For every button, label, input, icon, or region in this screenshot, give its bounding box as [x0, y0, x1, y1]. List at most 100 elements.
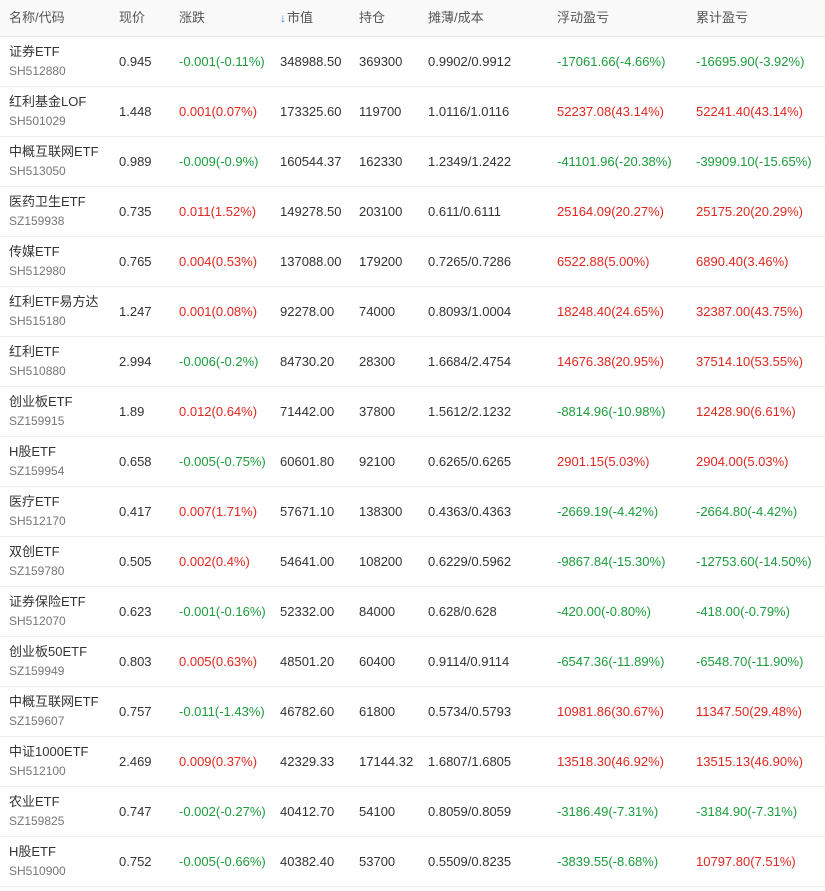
- fund-code: SZ159915: [9, 414, 65, 428]
- header-holdings[interactable]: 持仓: [350, 0, 419, 26]
- cell-change: 0.001(0.07%): [179, 104, 258, 119]
- cell-floating-pnl: 25164.09(20.27%): [557, 204, 664, 219]
- sort-desc-icon: ↓: [280, 11, 286, 25]
- table-row[interactable]: 创业板50ETF SZ159949 0.803 0.005(0.63%) 485…: [0, 637, 825, 687]
- table-row[interactable]: 证券保险ETF SH512070 0.623 -0.001(-0.16%) 52…: [0, 587, 825, 637]
- cell-name-code: 中证1000ETF SH512100: [0, 737, 110, 786]
- cell-floating-pnl: -2669.19(-4.42%): [557, 504, 659, 519]
- cell-market-value: 48501.20: [280, 654, 335, 669]
- cell-price: 0.623: [119, 604, 152, 619]
- table-row[interactable]: 中概互联网ETF SZ159607 0.757 -0.011(-1.43%) 4…: [0, 687, 825, 737]
- cell-change: -0.001(-0.11%): [179, 54, 265, 69]
- table-row[interactable]: 医疗ETF SH512170 0.417 0.007(1.71%) 57671.…: [0, 487, 825, 537]
- fund-code: SH515180: [9, 314, 66, 328]
- cell-price: 0.765: [119, 254, 152, 269]
- table-row[interactable]: 传媒ETF SH512980 0.765 0.004(0.53%) 137088…: [0, 237, 825, 287]
- cell-price: 0.417: [119, 504, 152, 519]
- cell-holdings: 162330: [359, 154, 403, 169]
- cell-market-value: 46782.60: [280, 704, 335, 719]
- cell-cost: 0.6229/0.5962: [428, 554, 512, 569]
- cell-change: 0.001(0.08%): [179, 304, 258, 319]
- table-row[interactable]: 创业板ETF SZ159915 1.89 0.012(0.64%) 71442.…: [0, 387, 825, 437]
- cell-price: 0.658: [119, 454, 152, 469]
- cell-floating-pnl: -9867.84(-15.30%): [557, 554, 666, 569]
- cell-market-value: 71442.00: [280, 404, 335, 419]
- cell-market-value: 160544.37: [280, 154, 342, 169]
- cell-change: 0.004(0.53%): [179, 254, 258, 269]
- cell-floating-pnl: -17061.66(-4.66%): [557, 54, 666, 69]
- cell-change: -0.011(-1.43%): [179, 704, 265, 719]
- cell-change: -0.002(-0.27%): [179, 804, 266, 819]
- fund-name: 双创ETF: [9, 544, 60, 559]
- table-row[interactable]: 中证1000ETF SH512100 2.469 0.009(0.37%) 42…: [0, 737, 825, 787]
- table-row[interactable]: 农业ETF SZ159825 0.747 -0.002(-0.27%) 4041…: [0, 787, 825, 837]
- table-row[interactable]: 中概互联网ETF SH513050 0.989 -0.009(-0.9%) 16…: [0, 137, 825, 187]
- cell-price: 1.247: [119, 304, 152, 319]
- cell-accumulated-pnl: 13515.13(46.90%): [696, 754, 803, 769]
- cell-change: 0.005(0.63%): [179, 654, 258, 669]
- fund-code: SZ159954: [9, 464, 65, 478]
- cell-change: -0.005(-0.75%): [179, 454, 266, 469]
- cell-market-value: 348988.50: [280, 54, 342, 69]
- cell-market-value: 60601.80: [280, 454, 335, 469]
- cell-cost: 0.6265/0.6265: [428, 454, 512, 469]
- header-market-value[interactable]: ↓市值: [271, 0, 350, 26]
- fund-name: 医药卫生ETF: [9, 194, 86, 209]
- cell-name-code: H股ETF SH510900: [0, 837, 110, 886]
- fund-name: 农业ETF: [9, 794, 60, 809]
- cell-accumulated-pnl: 12428.90(6.61%): [696, 404, 796, 419]
- header-name-code[interactable]: 名称/代码: [0, 0, 110, 26]
- fund-name: 医疗ETF: [9, 494, 60, 509]
- header-accumulated-pnl[interactable]: 累计盈亏: [687, 0, 825, 26]
- fund-code: SH513050: [9, 164, 66, 178]
- table-row[interactable]: 红利ETF SH510880 2.994 -0.006(-0.2%) 84730…: [0, 337, 825, 387]
- table-row[interactable]: H股ETF SH510900 0.752 -0.005(-0.66%) 4038…: [0, 837, 825, 887]
- cell-change: 0.011(1.52%): [179, 204, 257, 219]
- table-row[interactable]: 医药卫生ETF SZ159938 0.735 0.011(1.52%) 1492…: [0, 187, 825, 237]
- fund-code: SH512980: [9, 264, 66, 278]
- cell-name-code: 红利ETF SH510880: [0, 337, 110, 386]
- cell-price: 0.505: [119, 554, 152, 569]
- table-row[interactable]: 红利基金LOF SH501029 1.448 0.001(0.07%) 1733…: [0, 87, 825, 137]
- cell-market-value: 137088.00: [280, 254, 342, 269]
- cell-cost: 0.7265/0.7286: [428, 254, 512, 269]
- fund-code: SH510900: [9, 864, 66, 878]
- table-row[interactable]: H股ETF SZ159954 0.658 -0.005(-0.75%) 6060…: [0, 437, 825, 487]
- cell-accumulated-pnl: -39909.10(-15.65%): [696, 154, 812, 169]
- fund-code: SH512100: [9, 764, 66, 778]
- header-price[interactable]: 现价: [110, 0, 170, 26]
- cell-holdings: 53700: [359, 854, 396, 869]
- cell-holdings: 28300: [359, 354, 396, 369]
- cell-change: -0.009(-0.9%): [179, 154, 259, 169]
- table-header: 名称/代码 现价 涨跌 ↓市值 持仓 摊薄/成本 浮动盈亏 累计盈亏: [0, 0, 825, 37]
- table-row[interactable]: 红利ETF易方达 SH515180 1.247 0.001(0.08%) 922…: [0, 287, 825, 337]
- cell-floating-pnl: -420.00(-0.80%): [557, 604, 651, 619]
- table-row[interactable]: 证券ETF SH512880 0.945 -0.001(-0.11%) 3489…: [0, 37, 825, 87]
- header-cost[interactable]: 摊薄/成本: [419, 0, 548, 26]
- cell-market-value: 84730.20: [280, 354, 335, 369]
- cell-market-value: 57671.10: [280, 504, 335, 519]
- fund-code: SZ159780: [9, 564, 65, 578]
- cell-accumulated-pnl: 32387.00(43.75%): [696, 304, 803, 319]
- cell-accumulated-pnl: -12753.60(-14.50%): [696, 554, 812, 569]
- header-floating-pnl[interactable]: 浮动盈亏: [548, 0, 687, 26]
- fund-name: 中概互联网ETF: [9, 694, 99, 709]
- cell-accumulated-pnl: -418.00(-0.79%): [696, 604, 790, 619]
- cell-change: 0.002(0.4%): [179, 554, 250, 569]
- cell-floating-pnl: -6547.36(-11.89%): [557, 654, 665, 669]
- cell-name-code: 证券ETF SH512880: [0, 37, 110, 86]
- fund-name: 证券ETF: [9, 44, 60, 59]
- table-row[interactable]: 双创ETF SZ159780 0.505 0.002(0.4%) 54641.0…: [0, 537, 825, 587]
- cell-holdings: 37800: [359, 404, 396, 419]
- fund-name: 证券保险ETF: [9, 594, 86, 609]
- cell-holdings: 54100: [359, 804, 396, 819]
- cell-holdings: 119700: [359, 104, 402, 119]
- cell-price: 0.803: [119, 654, 152, 669]
- fund-code: SZ159938: [9, 214, 65, 228]
- header-change[interactable]: 涨跌: [170, 0, 271, 26]
- cell-name-code: 证券保险ETF SH512070: [0, 587, 110, 636]
- cell-price: 0.747: [119, 804, 152, 819]
- cell-market-value: 173325.60: [280, 104, 342, 119]
- cell-cost: 1.2349/1.2422: [428, 154, 512, 169]
- cell-change: -0.006(-0.2%): [179, 354, 259, 369]
